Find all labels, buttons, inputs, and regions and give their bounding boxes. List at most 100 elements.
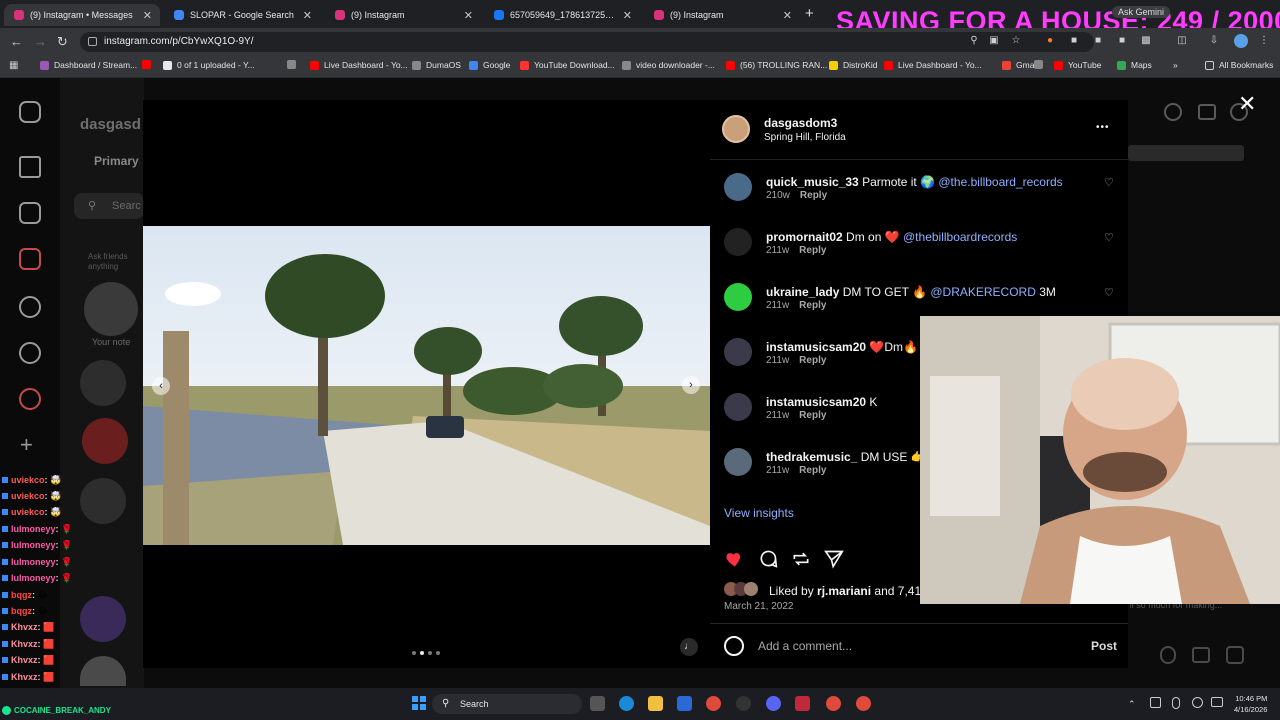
browser-tab[interactable]: SLOPAR - Google Search ✕ xyxy=(164,4,320,26)
reload-icon[interactable]: ↻ xyxy=(57,34,68,50)
view-insights-link[interactable]: View insights xyxy=(724,506,794,520)
bookmark-item[interactable]: Live Dashboard - Yo... xyxy=(884,60,982,70)
bookmark-item[interactable]: Gmail xyxy=(1002,60,1038,70)
site-info-icon[interactable] xyxy=(88,37,97,46)
video-call-icon[interactable] xyxy=(1198,104,1216,120)
microphone-icon[interactable] xyxy=(1172,697,1180,709)
acrobat-icon[interactable] xyxy=(795,696,810,711)
volume-icon[interactable]: ♩ xyxy=(680,638,698,656)
comment-mention[interactable]: @DRAKERECORD xyxy=(930,285,1036,299)
chrome-icon[interactable] xyxy=(706,696,721,711)
avatar[interactable] xyxy=(82,418,128,464)
notifications-badge-icon[interactable] xyxy=(19,248,41,270)
microphone-icon[interactable] xyxy=(1160,646,1176,664)
post-comment-button[interactable]: Post xyxy=(1091,639,1117,653)
comment-like-heart-icon[interactable]: ♡ xyxy=(1104,233,1115,244)
reply-link[interactable]: Reply xyxy=(799,300,826,311)
comment-username[interactable]: promornait02 xyxy=(766,230,843,244)
forward-arrow-icon[interactable]: → xyxy=(34,34,47,49)
reply-link[interactable]: Reply xyxy=(800,190,827,201)
install-icon[interactable]: ▣ xyxy=(988,35,1000,47)
battery-icon[interactable] xyxy=(1211,697,1223,707)
instagram-logo-icon[interactable] xyxy=(19,101,41,123)
comment-username[interactable]: thedrakemusic_ xyxy=(766,450,857,464)
windows-start-icon[interactable] xyxy=(412,696,426,710)
phone-icon[interactable] xyxy=(1164,103,1182,121)
bookmark-item[interactable]: YouTube Download... xyxy=(520,60,615,70)
emoji-icon[interactable] xyxy=(724,636,744,656)
profile-avatar[interactable] xyxy=(1234,34,1248,48)
close-icon[interactable]: ✕ xyxy=(1238,93,1256,115)
image-icon[interactable] xyxy=(1192,647,1210,663)
taskbar-search-input[interactable] xyxy=(432,694,582,714)
comment-username[interactable]: quick_music_33 xyxy=(766,175,859,189)
extension-icon[interactable]: ■ xyxy=(1092,35,1104,47)
extension-icon[interactable]: ■ xyxy=(1116,35,1128,47)
browser-tab[interactable]: (9) Instagram • Messages ✕ xyxy=(4,4,160,26)
bookmark-item[interactable]: YouTube xyxy=(1054,60,1101,70)
browser-tab[interactable]: (9) Instagram ✕ xyxy=(325,4,481,26)
menu-kebab-icon[interactable]: ⋮ xyxy=(1258,35,1270,47)
reply-link[interactable]: Reply xyxy=(799,355,826,366)
add-comment-input[interactable]: Add a comment... xyxy=(758,639,852,653)
carousel-next-button[interactable]: › xyxy=(682,376,700,394)
bookmark-item[interactable]: video downloader -... xyxy=(622,60,715,70)
avatar[interactable] xyxy=(80,360,126,406)
volume-icon[interactable] xyxy=(1192,697,1203,708)
back-arrow-icon[interactable]: ← xyxy=(10,34,23,49)
file-explorer-icon[interactable] xyxy=(648,696,663,711)
comment-username[interactable]: instamusicsam20 xyxy=(766,395,866,409)
bookmark-item[interactable] xyxy=(1034,60,1043,69)
commenter-avatar[interactable] xyxy=(724,228,752,256)
avatar[interactable] xyxy=(84,282,138,336)
reels-icon[interactable] xyxy=(19,202,41,224)
bookmark-item[interactable]: Dashboard / Stream... xyxy=(40,60,137,70)
bookmark-item[interactable]: Live Dashboard - Yo... xyxy=(310,60,408,70)
tab-primary[interactable]: Primary xyxy=(94,154,139,168)
edge-icon[interactable] xyxy=(619,696,634,711)
bookmark-item[interactable]: DumaOS xyxy=(412,60,461,70)
chrome-icon[interactable] xyxy=(826,696,841,711)
author-username[interactable]: dasgasdom3 xyxy=(764,116,837,130)
zoom-icon[interactable]: ⚲ xyxy=(968,35,980,47)
commenter-avatar[interactable] xyxy=(724,338,752,366)
download-icon[interactable]: ⇩ xyxy=(1208,35,1220,47)
close-tab-icon[interactable]: ✕ xyxy=(143,9,152,22)
like-heart-icon[interactable] xyxy=(724,549,744,569)
bookmark-item[interactable]: Google xyxy=(469,60,510,70)
bookmark-item[interactable] xyxy=(287,60,296,69)
system-clock[interactable]: 10:46 PM 4/16/2026 xyxy=(1234,693,1267,715)
reply-link[interactable]: Reply xyxy=(799,410,826,421)
bookmark-item[interactable]: 0 of 1 uploaded - Y... xyxy=(163,60,255,70)
heart-icon[interactable] xyxy=(19,388,41,410)
obs-icon[interactable] xyxy=(736,696,751,711)
bookmarks-overflow-icon[interactable]: » xyxy=(1173,60,1178,70)
more-options-icon[interactable]: ••• xyxy=(1096,122,1110,133)
chrome-icon[interactable] xyxy=(856,696,871,711)
sidepanel-icon[interactable]: ◫ xyxy=(1176,35,1188,47)
bookmark-item[interactable] xyxy=(142,60,151,69)
extension-icon[interactable]: ● xyxy=(1044,35,1056,47)
author-avatar[interactable] xyxy=(722,115,750,143)
browser-tab[interactable]: 657059649_1786137252965531 ✕ xyxy=(484,4,640,26)
reply-link[interactable]: Reply xyxy=(799,245,826,256)
network-icon[interactable] xyxy=(1150,697,1161,708)
extension-icon[interactable]: ■ xyxy=(1068,35,1080,47)
close-tab-icon[interactable]: ✕ xyxy=(303,9,312,22)
messages-search-input[interactable]: ⚲ Searc xyxy=(74,193,144,219)
post-location[interactable]: Spring Hill, Florida xyxy=(764,132,846,143)
commenter-avatar[interactable] xyxy=(724,448,752,476)
liked-by-user[interactable]: rj.mariani xyxy=(817,584,871,598)
bookmark-star-icon[interactable]: ☆ xyxy=(1010,35,1022,47)
comment-username[interactable]: instamusicsam20 xyxy=(766,340,866,354)
sticker-icon[interactable] xyxy=(1226,646,1244,664)
explore-icon[interactable] xyxy=(19,342,41,364)
url-text[interactable]: instagram.com/p/CbYwXQ1O-9Y/ xyxy=(104,36,254,47)
close-tab-icon[interactable]: ✕ xyxy=(623,9,632,22)
new-tab-button[interactable]: + xyxy=(805,5,814,22)
bookmark-item[interactable]: (56) TROLLING RAN... xyxy=(726,60,827,70)
avatar[interactable] xyxy=(80,478,126,524)
reply-link[interactable]: Reply xyxy=(799,465,826,476)
all-bookmarks-button[interactable]: All Bookmarks xyxy=(1205,60,1273,70)
store-icon[interactable] xyxy=(677,696,692,711)
